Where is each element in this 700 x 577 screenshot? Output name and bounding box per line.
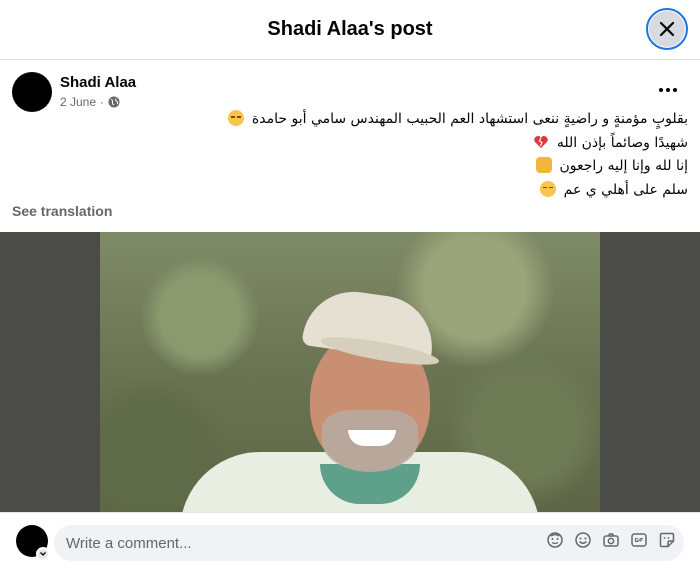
avatar-sticker-icon xyxy=(547,532,563,548)
palms-up-together-emoji xyxy=(536,157,553,173)
author-name[interactable]: Shadi Alaa xyxy=(60,74,136,91)
close-button[interactable] xyxy=(646,8,688,50)
post-date[interactable]: 2 June xyxy=(60,95,96,109)
post-dialog-header: Shadi Alaa's post xyxy=(0,0,700,60)
post-line: سلم على أهلي ي عم xyxy=(88,179,688,203)
dialog-title: Shadi Alaa's post xyxy=(267,18,433,40)
close-icon xyxy=(659,21,675,37)
comment-toolbar xyxy=(546,531,676,549)
sticker-icon xyxy=(659,532,675,548)
more-options-button[interactable] xyxy=(654,76,682,104)
comment-bar xyxy=(0,512,700,577)
chevron-down-icon xyxy=(40,552,46,556)
camera-button[interactable] xyxy=(602,531,620,549)
profile-switch-badge[interactable] xyxy=(36,547,50,561)
pensive-face-emoji xyxy=(228,110,245,126)
emoji-button[interactable] xyxy=(574,531,592,549)
author-avatar[interactable] xyxy=(12,72,52,112)
pensive-face-emoji xyxy=(540,180,557,197)
globe-icon[interactable] xyxy=(108,96,120,108)
post-photo[interactable] xyxy=(100,232,600,512)
gif-icon xyxy=(631,533,647,547)
broken-heart-emoji xyxy=(533,134,549,150)
post-photo-container[interactable] xyxy=(0,232,700,512)
camera-icon xyxy=(603,533,619,547)
sticker-button[interactable] xyxy=(658,531,676,549)
avatar-sticker-button[interactable] xyxy=(546,531,564,549)
post-line: بقلوبٍ مؤمنةٍ و راضيةٍ ننعى استشهاد العم… xyxy=(88,108,688,132)
gif-button[interactable] xyxy=(630,531,648,549)
meta-separator: · xyxy=(100,95,105,109)
more-options-icon xyxy=(659,88,663,92)
emoji-icon xyxy=(575,532,591,548)
post-line: شهيدًا وصائماً بإذن الله xyxy=(88,132,688,156)
post-meta: 2 June · xyxy=(60,95,120,109)
post-line: إنا لله وإنا إليه راجعون xyxy=(88,155,688,179)
post-text: بقلوبٍ مؤمنةٍ و راضيةٍ ننعى استشهاد العم… xyxy=(88,108,688,202)
see-translation-link[interactable]: See translation xyxy=(12,203,112,219)
